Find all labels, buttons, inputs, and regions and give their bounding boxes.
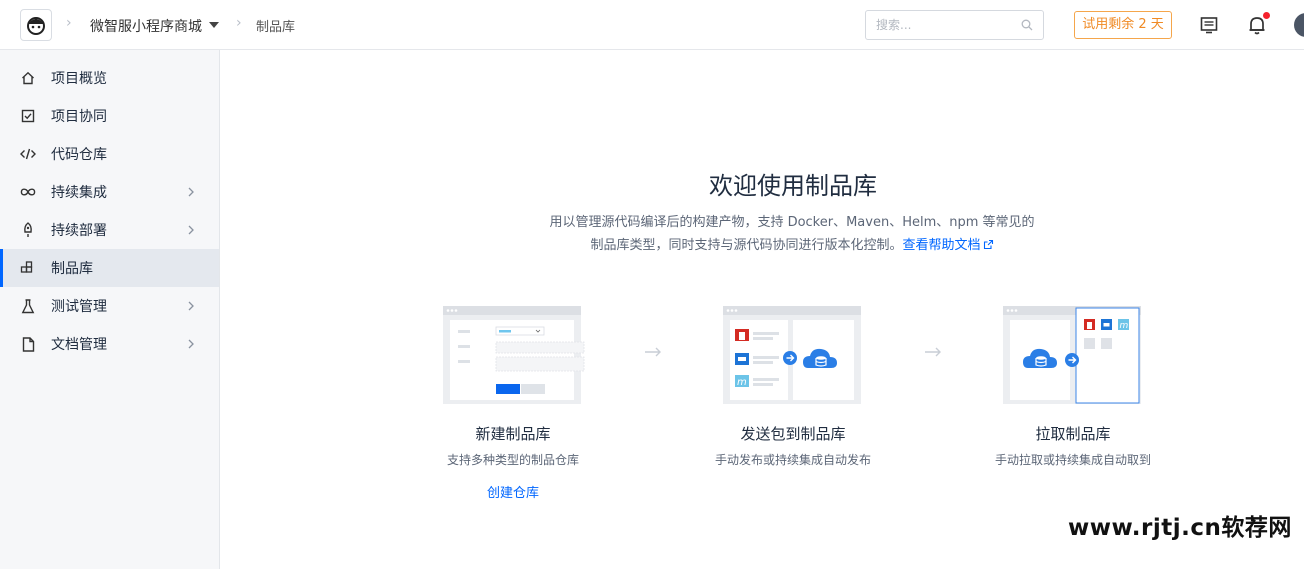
- chevron-right-icon: [188, 301, 194, 311]
- sidebar-item-docs[interactable]: 文档管理: [0, 325, 219, 363]
- rocket-icon: [20, 222, 36, 238]
- sidebar-item-label: 持续部署: [51, 223, 107, 239]
- trial-badge[interactable]: 试用剩余 2 天: [1074, 11, 1172, 39]
- create-repo-illustration: [433, 300, 593, 410]
- board-icon[interactable]: [1200, 16, 1218, 34]
- sidebar-item-label: 代码仓库: [51, 147, 107, 163]
- app-logo[interactable]: [20, 9, 52, 41]
- step-card-pull: m 拉取制品库 手动拉取或持续集成自动取到: [973, 300, 1173, 468]
- sidebar-item-collaboration[interactable]: 项目协同: [0, 97, 219, 135]
- intro-line-2: 制品库类型，同时支持与源代码协同进行版本化控制。查看帮助文档: [520, 234, 1064, 257]
- arrow-right-icon: [925, 347, 941, 357]
- artifact-icon: [20, 260, 36, 276]
- breadcrumb-current: 制品库: [256, 20, 296, 35]
- search-box[interactable]: [865, 10, 1044, 40]
- sidebar-item-label: 项目协同: [51, 109, 107, 125]
- home-icon: [20, 70, 36, 86]
- sidebar-item-cd[interactable]: 持续部署: [0, 211, 219, 249]
- sidebar-item-overview[interactable]: 项目概览: [0, 59, 219, 97]
- search-input[interactable]: [876, 11, 1016, 39]
- mascot-icon: [27, 17, 45, 35]
- search-icon[interactable]: [1021, 19, 1033, 31]
- external-link-icon: [983, 239, 993, 250]
- step-card-create: 新建制品库 支持多种类型的制品仓库 创建仓库: [413, 300, 613, 501]
- step-card-title: 新建制品库: [475, 425, 551, 443]
- intro-line-2-text: 制品库类型，同时支持与源代码协同进行版本化控制。: [590, 238, 903, 253]
- checkbox-icon: [20, 108, 36, 124]
- intro-description: 用以管理源代码编译后的构建产物，支持 Docker、Maven、Helm、npm…: [520, 211, 1064, 257]
- sidebar-item-label: 项目概览: [51, 71, 107, 87]
- pull-package-illustration: m: [993, 300, 1153, 410]
- chevron-right-icon: [188, 339, 194, 349]
- svg-text:m: m: [1120, 321, 1129, 331]
- notification-dot: [1263, 12, 1270, 19]
- flask-icon: [20, 298, 36, 314]
- avatar[interactable]: [1294, 13, 1304, 37]
- step-card-desc: 手动拉取或持续集成自动取到: [994, 453, 1151, 467]
- sidebar-item-artifacts[interactable]: 制品库: [0, 249, 219, 287]
- sidebar: 项目概览 项目协同 代码仓库 持续集成 持续部署 制品库 测试管理 文档管理: [0, 50, 220, 569]
- welcome-title-wrap: 欢迎使用制品库: [0, 166, 1304, 201]
- arrow-right-icon: [645, 347, 661, 357]
- sidebar-item-testing[interactable]: 测试管理: [0, 287, 219, 325]
- chevron-right-icon: [188, 225, 194, 235]
- breadcrumb-separator-icon: ›: [236, 15, 242, 31]
- watermark: www.rjtj.cn软荐网: [1068, 515, 1292, 541]
- breadcrumb-separator-icon: ›: [66, 15, 72, 31]
- sidebar-item-label: 制品库: [51, 261, 93, 277]
- chevron-down-icon[interactable]: [209, 22, 219, 28]
- intro-line-1: 用以管理源代码编译后的构建产物，支持 Docker、Maven、Helm、npm…: [549, 215, 1035, 230]
- sidebar-item-label: 测试管理: [51, 299, 107, 315]
- document-icon: [20, 336, 36, 352]
- svg-text:m: m: [737, 377, 747, 388]
- page-title: 欢迎使用制品库: [709, 172, 877, 200]
- push-package-illustration: m: [713, 300, 873, 410]
- step-card-push: m 发送包到制品库 手动发布或持续集成自动发布: [693, 300, 893, 468]
- step-card-title: 拉取制品库: [1035, 425, 1111, 443]
- create-repo-link[interactable]: 创建仓库: [487, 482, 539, 501]
- project-switcher[interactable]: 微智服小程序商城: [90, 16, 202, 36]
- help-doc-link[interactable]: 查看帮助文档: [903, 238, 994, 253]
- code-icon: [20, 146, 36, 162]
- step-card-desc: 支持多种类型的制品仓库: [446, 453, 579, 467]
- sidebar-item-label: 文档管理: [51, 337, 107, 353]
- step-card-title: 发送包到制品库: [740, 425, 846, 443]
- help-doc-link-label: 查看帮助文档: [902, 238, 981, 253]
- step-card-desc: 手动发布或持续集成自动发布: [714, 453, 871, 467]
- top-bar: › 微智服小程序商城 › 制品库 试用剩余 2 天: [0, 0, 1304, 50]
